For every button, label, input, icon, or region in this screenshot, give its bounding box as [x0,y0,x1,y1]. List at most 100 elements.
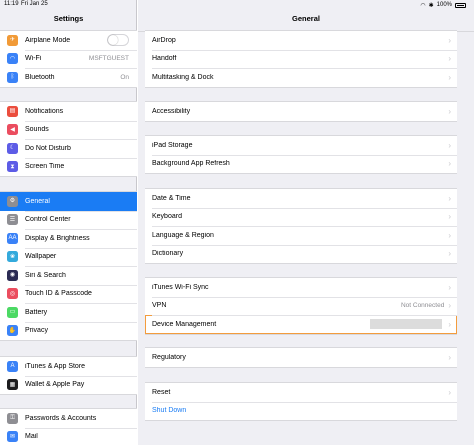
detail-item-airdrop[interactable]: AirDrop › [145,31,457,50]
detail-item-label: Regulatory [152,353,186,361]
detail-item-label: Multitasking & Dock [152,73,214,81]
sidebar-item-general[interactable]: ⚙ General [0,192,137,211]
detail-item-label: AirDrop [152,36,176,44]
sidebar-item-label: General [25,197,50,205]
detail-item-shut-down[interactable]: Shut Down [145,401,457,421]
sidebar-item-label: Airplane Mode [25,36,71,44]
chevron-right-icon: › [448,282,451,292]
sidebar-item-privacy[interactable]: ✋ Privacy [0,321,137,341]
detail-group: AirDrop › Handoff › Multitasking & Dock › [145,30,457,88]
chevron-right-icon: › [448,193,451,203]
sidebar-item-label: Wallet & Apple Pay [25,381,85,389]
wifi-icon: ◠ [7,53,18,65]
detail-item-label: Handoff [152,55,177,63]
chevron-right-icon: › [448,319,451,329]
sidebar-item-value: On [120,73,129,81]
detail-item-label: Dictionary [152,250,184,258]
detail-title: General [138,10,474,32]
wallpaper-icon: ❀ [7,251,18,263]
sidebar-item-label: Notifications [25,107,64,115]
detail-item-multitasking-and-dock[interactable]: Multitasking & Dock › [145,68,457,87]
sidebar-item-display-and-brightness[interactable]: AA Display & Brightness [0,229,137,248]
sidebar-item-label: Privacy [25,327,48,335]
settings-sidebar: Settings ✈ Airplane Mode ◠ Wi-Fi MSFTGUEST ᛒ B… [0,0,137,445]
battery-percent: 100% [436,2,452,8]
sidebar-item-screen-time[interactable]: ⧗ Screen Time [0,157,137,177]
sidebar-item-label: Screen Time [25,163,65,171]
detail-item-label: iTunes Wi-Fi Sync [152,283,209,291]
sidebar-item-do-not-disturb[interactable]: ☾ Do Not Disturb [0,139,137,158]
sidebar-item-wi-fi[interactable]: ◠ Wi-Fi MSFTGUEST [0,49,137,69]
sidebar-item-notifications[interactable]: ▤ Notifications [0,102,137,121]
sidebar-item-control-center[interactable]: ☰ Control Center [0,210,137,230]
detail-item-vpn[interactable]: VPN Not Connected › [145,296,457,316]
sidebar-item-wallpaper[interactable]: ❀ Wallpaper [0,247,137,267]
detail-group: iPad Storage › Background App Refresh › [145,135,457,174]
detail-item-itunes-wi-fi-sync[interactable]: iTunes Wi-Fi Sync › [145,278,457,297]
sidebar-group: ✈ Airplane Mode ◠ Wi-Fi MSFTGUEST ᛒ Bluetooth O… [0,30,137,88]
battery-icon: ▭ [7,306,18,318]
redacted-value [370,319,443,330]
sidebar-title: Settings [53,14,84,23]
sidebar-item-airplane-mode[interactable]: ✈ Airplane Mode [0,31,137,50]
sidebar-item-wallet-and-apple-pay[interactable]: ▦ Wallet & Apple Pay [0,375,137,395]
battery-status-icon [455,2,466,8]
display-icon: AA [7,232,18,244]
sidebar-group: AiTunes & App Store ▦ Wallet & Apple Pay [0,356,137,395]
detail-group: Date & Time › Keyboard › Language & Region › D… [145,188,457,264]
detail-item-accessibility[interactable]: Accessibility › [145,102,457,121]
chevron-right-icon: › [448,249,451,259]
status-bar: 11:19 Fri Jan 25 ◠ ✱ 100% [0,0,474,10]
chevron-right-icon: › [448,387,451,397]
chevron-right-icon: › [448,140,451,150]
sidebar-item-value: MSFTGUEST [88,55,129,63]
detail-item-label: Background App Refresh [152,160,230,168]
detail-item-dictionary[interactable]: Dictionary › [145,244,457,264]
sidebar-item-bluetooth[interactable]: ᛒ Bluetooth On [0,68,137,87]
detail-group: iTunes Wi-Fi Sync › VPN Not Connected › Devic… [145,277,457,335]
detail-item-keyboard[interactable]: Keyboard › [145,207,457,227]
detail-item-label: Keyboard [152,213,182,221]
sidebar-item-label: Passwords & Accounts [25,414,97,422]
chevron-right-icon: › [448,301,451,311]
detail-item-background-app-refresh[interactable]: Background App Refresh › [145,154,457,174]
detail-item-date-and-time[interactable]: Date & Time › [145,189,457,208]
sidebar-group: ▤ Notifications ◀ Sounds ☾ Do Not Disturb ⧗ Scr… [0,101,137,177]
detail-item-ipad-storage[interactable]: iPad Storage › [145,136,457,155]
sidebar-item-label: Control Center [25,216,71,224]
sidebar-group: ⚿ Passwords & Accounts ✉ Mail [0,408,137,445]
sidebar-item-siri-and-search[interactable]: ◉ Siri & Search [0,266,137,285]
sidebar-item-label: Battery [25,308,48,316]
sidebar-item-sounds[interactable]: ◀ Sounds [0,120,137,140]
notifications-icon: ▤ [7,105,18,117]
sidebar-item-touch-id-and-passcode[interactable]: ◎ Touch ID & Passcode [0,284,137,304]
sidebar-item-label: iTunes & App Store [25,362,86,370]
airplane-icon: ✈ [7,34,18,46]
detail-item-value: Not Connected [400,302,445,310]
wallet-icon: ▦ [7,379,18,391]
sidebar-item-label: Touch ID & Passcode [25,290,92,298]
sidebar-item-label: Bluetooth [25,73,55,81]
chevron-right-icon: › [448,106,451,116]
detail-item-device-management[interactable]: Device Management › [145,315,457,334]
detail-item-reset[interactable]: Reset › [145,383,457,402]
fingerprint-icon: ◎ [7,288,18,300]
bluetooth-icon: ᛒ [7,71,18,83]
airplane-mode-toggle[interactable] [107,34,129,47]
detail-item-handoff[interactable]: Handoff › [145,49,457,69]
detail-group: Reset › Shut Down [145,382,457,421]
sidebar-item-battery[interactable]: ▭ Battery [0,303,137,322]
detail-group: Accessibility › [145,101,457,122]
key-icon: ⚿ [7,412,18,424]
detail-item-regulatory[interactable]: Regulatory › [145,348,457,367]
detail-item-label: Reset [152,388,171,396]
detail-item-language-and-region[interactable]: Language & Region › [145,226,457,245]
sidebar-item-label: Wi-Fi [25,55,42,63]
mail-icon: ✉ [7,431,18,443]
sidebar-item-passwords-and-accounts[interactable]: ⚿ Passwords & Accounts [0,409,137,428]
sidebar-item-mail[interactable]: ✉ Mail [0,427,137,445]
chevron-right-icon: › [448,159,451,169]
sidebar-item-label: Display & Brightness [25,234,90,242]
sidebar-item-itunes-and-app-store[interactable]: AiTunes & App Store [0,357,137,376]
chevron-right-icon: › [448,212,451,222]
